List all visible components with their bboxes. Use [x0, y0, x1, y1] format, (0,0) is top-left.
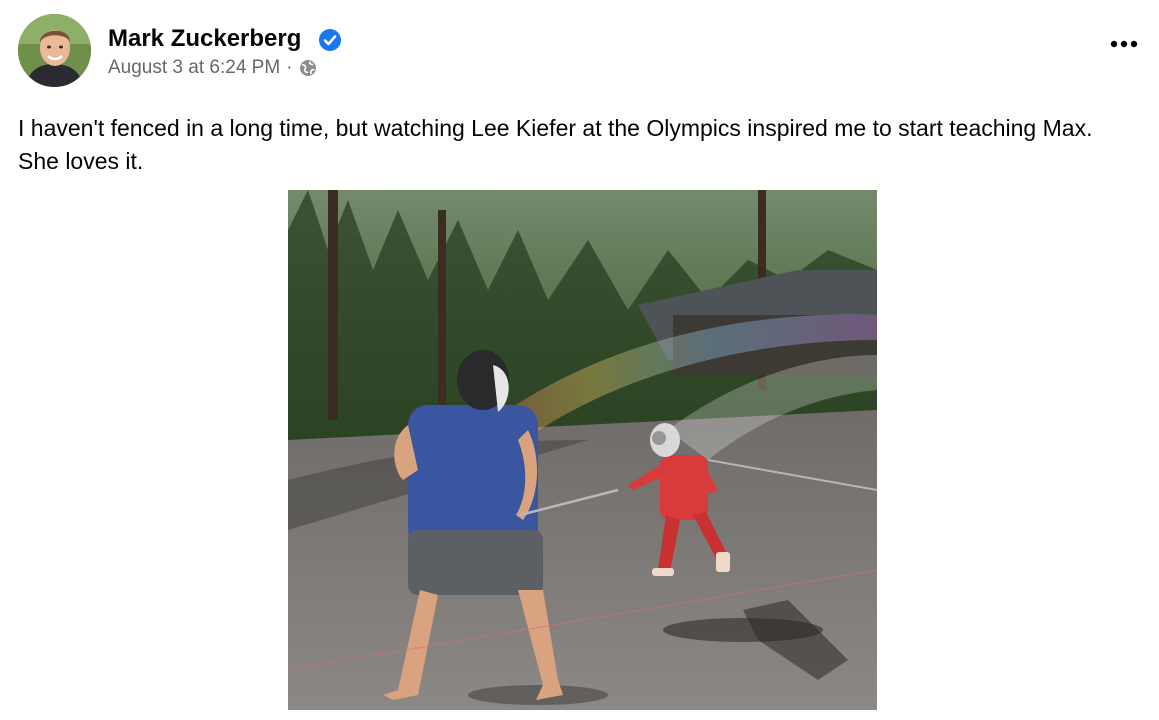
- post-photo[interactable]: [288, 190, 877, 710]
- avatar-image: [18, 14, 91, 87]
- verified-badge-icon: [319, 29, 341, 51]
- author-name[interactable]: Mark Zuckerberg: [108, 25, 301, 53]
- post-meta: August 3 at 6:24 PM ·: [108, 57, 317, 79]
- post-text: I haven't fenced in a long time, but wat…: [18, 115, 1093, 174]
- author-avatar[interactable]: [18, 14, 91, 87]
- more-options-button[interactable]: [1104, 30, 1144, 58]
- fencing-photo: [288, 190, 877, 710]
- meta-separator: ·: [286, 57, 293, 78]
- more-options-icon: [1110, 40, 1138, 48]
- globe-icon[interactable]: [299, 59, 317, 77]
- post-timestamp[interactable]: August 3 at 6:24 PM: [108, 57, 280, 79]
- facebook-post: Mark Zuckerberg August 3 at 6:24 PM · I …: [0, 0, 1159, 720]
